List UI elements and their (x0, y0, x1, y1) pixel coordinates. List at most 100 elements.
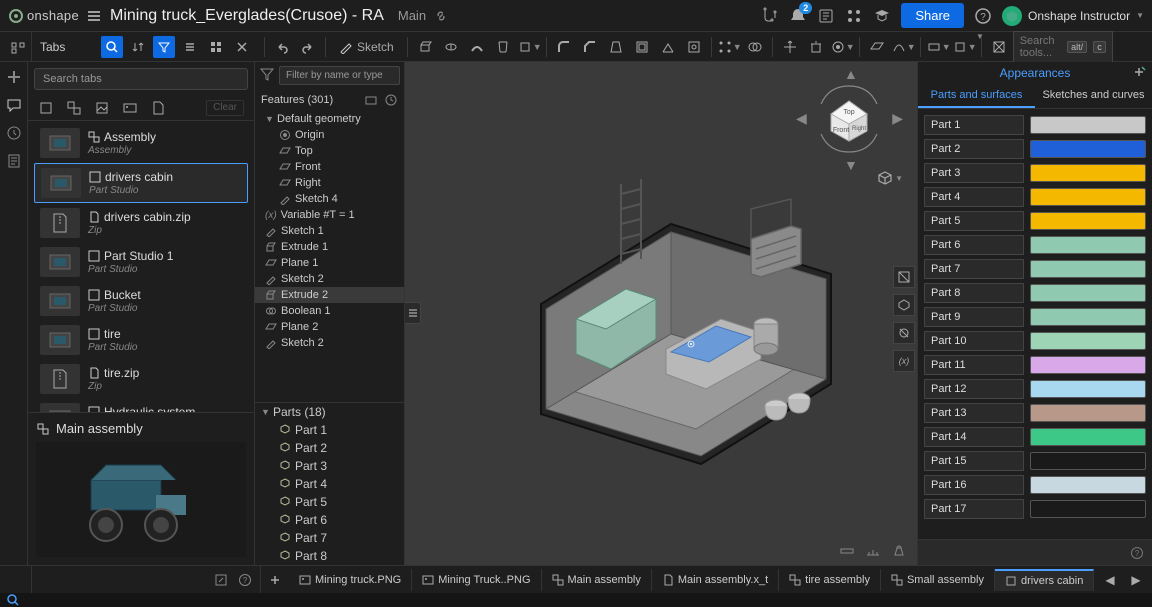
appearance-part-name[interactable]: Part 9 (924, 307, 1024, 327)
color-swatch[interactable] (1030, 116, 1146, 134)
feature-item[interactable]: ▼Default geometry (255, 111, 404, 127)
feature-item[interactable]: Sketch 2 (255, 335, 404, 351)
menu-icon[interactable] (86, 8, 102, 24)
tab-panel-expand-icon[interactable] (214, 573, 228, 587)
feature-item[interactable]: Origin (255, 127, 404, 143)
appearance-part-name[interactable]: Part 5 (924, 211, 1024, 231)
chamfer-button[interactable] (578, 35, 602, 59)
frame-button[interactable] (987, 35, 1011, 59)
view-cube[interactable]: Top Front Right ▲ ▼ ◀ ▶ (812, 82, 887, 157)
iso-cube-icon[interactable]: ▼ (877, 170, 903, 186)
tab-item[interactable]: drivers cabin Part Studio (34, 163, 248, 203)
filter-icon[interactable] (153, 36, 175, 58)
bottom-tab[interactable]: drivers cabi (1094, 569, 1096, 591)
search-tools-input[interactable]: Search tools... alt/ c (1013, 31, 1113, 63)
isolate-icon[interactable] (893, 322, 915, 344)
bottom-tab[interactable]: Mining truck.PNG (289, 569, 412, 591)
color-swatch[interactable] (1030, 236, 1146, 254)
appearance-part-name[interactable]: Part 12 (924, 379, 1024, 399)
apps-icon[interactable] (845, 7, 863, 25)
view-mode-icon[interactable] (893, 294, 915, 316)
branch-icon[interactable] (761, 7, 779, 25)
search-status-icon[interactable] (6, 593, 20, 607)
color-swatch[interactable] (1030, 380, 1146, 398)
sheet-button[interactable]: ▼ (952, 35, 976, 59)
color-swatch[interactable] (1030, 428, 1146, 446)
section-view-icon[interactable] (893, 266, 915, 288)
cube-up-icon[interactable]: ▲ (844, 66, 858, 82)
bottom-tab[interactable]: Small assembly (881, 569, 995, 591)
config-icon[interactable] (9, 38, 27, 56)
boolean-button[interactable] (743, 35, 767, 59)
appearance-part-name[interactable]: Part 14 (924, 427, 1024, 447)
bottom-tab[interactable]: Mining Truck..PNG (412, 569, 541, 591)
scroll-right-icon[interactable]: ▶ (1124, 568, 1148, 592)
appearance-part-name[interactable]: Part 3 (924, 163, 1024, 183)
color-swatch[interactable] (1030, 164, 1146, 182)
versions-icon[interactable] (817, 7, 835, 25)
filter-other-icon[interactable] (150, 100, 166, 116)
link-icon[interactable] (434, 9, 448, 23)
appearance-part-name[interactable]: Part 11 (924, 355, 1024, 375)
shell-button[interactable] (630, 35, 654, 59)
bottom-tab[interactable]: Main assembly (542, 569, 652, 591)
comments-icon[interactable] (5, 96, 23, 114)
search-toggle[interactable] (101, 36, 123, 58)
cube-down-icon[interactable]: ▼ (844, 157, 858, 173)
regen-icon[interactable] (384, 93, 398, 107)
add-tab-button[interactable] (263, 568, 287, 592)
branch-label[interactable]: Main (398, 8, 426, 23)
feature-item[interactable]: Top (255, 143, 404, 159)
appearance-part-name[interactable]: Part 16 (924, 475, 1024, 495)
part-item[interactable]: Part 8 (255, 547, 404, 565)
part-item[interactable]: Part 7 (255, 529, 404, 547)
variable-icon[interactable]: (x) (893, 350, 915, 372)
color-swatch[interactable] (1030, 284, 1146, 302)
viewport-3d[interactable]: Top Front Right ▲ ▼ ◀ ▶ ▼ (x) (405, 62, 917, 565)
appearance-part-name[interactable]: Part 17 (924, 499, 1024, 519)
bom-icon[interactable] (5, 152, 23, 170)
part-item[interactable]: Part 5 (255, 493, 404, 511)
color-swatch[interactable] (1030, 188, 1146, 206)
sketch-button[interactable]: Sketch (331, 35, 402, 59)
feature-item[interactable]: Extrude 2 (255, 287, 404, 303)
learn-icon[interactable] (873, 7, 891, 25)
sweep-button[interactable] (465, 35, 489, 59)
plane-button[interactable] (865, 35, 889, 59)
color-swatch[interactable] (1030, 308, 1146, 326)
surface-button[interactable]: ▼ (926, 35, 950, 59)
feature-item[interactable]: Front (255, 159, 404, 175)
part-item[interactable]: Part 2 (255, 439, 404, 457)
filter-partstudio-icon[interactable] (38, 100, 54, 116)
hole-button[interactable] (682, 35, 706, 59)
tab-item[interactable]: Assembly Assembly (34, 124, 248, 162)
tab-item[interactable]: tire Part Studio (34, 321, 248, 359)
tab-sketches-curves[interactable]: Sketches and curves (1035, 84, 1152, 108)
close-panel-icon[interactable] (231, 36, 253, 58)
thicken-button[interactable]: ▼ (517, 35, 541, 59)
part-item[interactable]: Part 1 (255, 421, 404, 439)
add-icon[interactable] (5, 68, 23, 86)
feature-item[interactable]: Extrude 1 (255, 239, 404, 255)
cube-right-icon[interactable]: ▶ (892, 110, 903, 127)
scroll-left-icon[interactable]: ◀ (1098, 568, 1122, 592)
redo-button[interactable] (296, 35, 320, 59)
appearance-part-name[interactable]: Part 8 (924, 283, 1024, 303)
feature-item[interactable]: Sketch 1 (255, 223, 404, 239)
notifications-icon[interactable]: 2 (789, 7, 807, 25)
sort-icon[interactable] (127, 36, 149, 58)
bottom-tab[interactable]: Main assembly.x_t (652, 569, 779, 591)
feature-filter-input[interactable]: Filter by name or type (279, 66, 400, 85)
appearance-help-icon[interactable]: ? (1130, 546, 1144, 560)
rib-button[interactable] (656, 35, 680, 59)
filter-assembly-icon[interactable] (66, 100, 82, 116)
history-icon[interactable] (5, 124, 23, 142)
color-swatch[interactable] (1030, 332, 1146, 350)
color-swatch[interactable] (1030, 212, 1146, 230)
part-item[interactable]: Part 6 (255, 511, 404, 529)
draft-button[interactable] (604, 35, 628, 59)
part-item[interactable]: Part 4 (255, 475, 404, 493)
feature-item[interactable]: (x)Variable #T = 1 (255, 207, 404, 223)
bottom-tab[interactable]: tire assembly (779, 569, 881, 591)
feature-item[interactable]: Boolean 1 (255, 303, 404, 319)
